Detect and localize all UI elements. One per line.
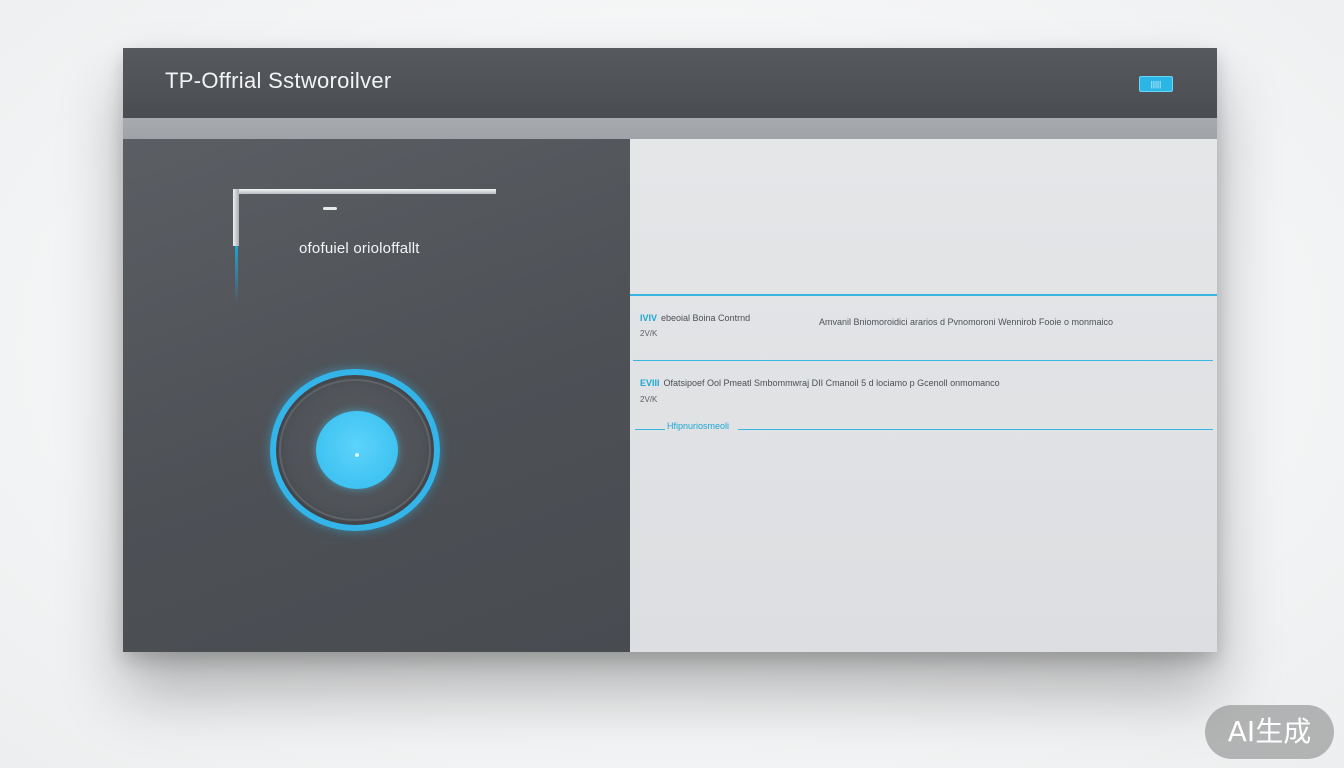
dial-center-dot-icon — [355, 453, 359, 457]
setting-row-2-value: 2V/K — [640, 395, 658, 404]
setting-row-2-tag: EVIII — [640, 378, 660, 388]
setting-row-1-tag: IVIV — [640, 313, 658, 323]
ai-generated-watermark: AI生成 — [1205, 705, 1334, 759]
section-divider-middle — [633, 360, 1213, 361]
link-underline-left — [635, 429, 665, 430]
toolbar-strip — [123, 118, 1217, 139]
link-underline-right — [738, 429, 1213, 430]
bracket-glow — [235, 246, 238, 304]
setting-row-1-value: 2V/K — [640, 329, 658, 338]
status-indicator-button[interactable]: ||||| — [1139, 76, 1173, 92]
title-bar: TP-Offrial Sstworoilver ||||| — [123, 48, 1217, 118]
dial-center-button[interactable] — [316, 411, 398, 489]
app-title: TP-Offrial Sstworoilver — [165, 68, 392, 93]
setting-row-1-description: Amvanil Bniomoroidici ararios d Pvnomoro… — [819, 317, 1113, 327]
details-link[interactable]: Hfipnuriosmeoli — [667, 421, 729, 431]
section-divider-top — [630, 294, 1217, 296]
panel-label: ofofuiel orioloffallt — [299, 240, 420, 257]
bracket-tick — [323, 207, 337, 210]
desktop-background: TP-Offrial Sstworoilver ||||| ofofuiel o… — [0, 0, 1344, 768]
setting-row-1-label: ebeoial Boina Contrnd — [661, 313, 751, 323]
left-panel: ofofuiel orioloffallt — [123, 139, 630, 652]
bracket-top-bar — [233, 189, 496, 194]
right-panel: IVIV ebeoial Boina Contrnd 2V/K Amvanil B… — [630, 139, 1217, 652]
bracket-side-bar — [233, 189, 239, 246]
app-window: TP-Offrial Sstworoilver ||||| ofofuiel o… — [123, 48, 1217, 652]
setting-row-2-title[interactable]: EVIII Ofatsipoef Ool Pmeatl Smbommwraj DI… — [640, 378, 1000, 388]
setting-row-2-label: Ofatsipoef Ool Pmeatl Smbommwraj DII Cma… — [663, 378, 1000, 388]
setting-row-1-title[interactable]: IVIV ebeoial Boina Contrnd — [640, 313, 750, 323]
